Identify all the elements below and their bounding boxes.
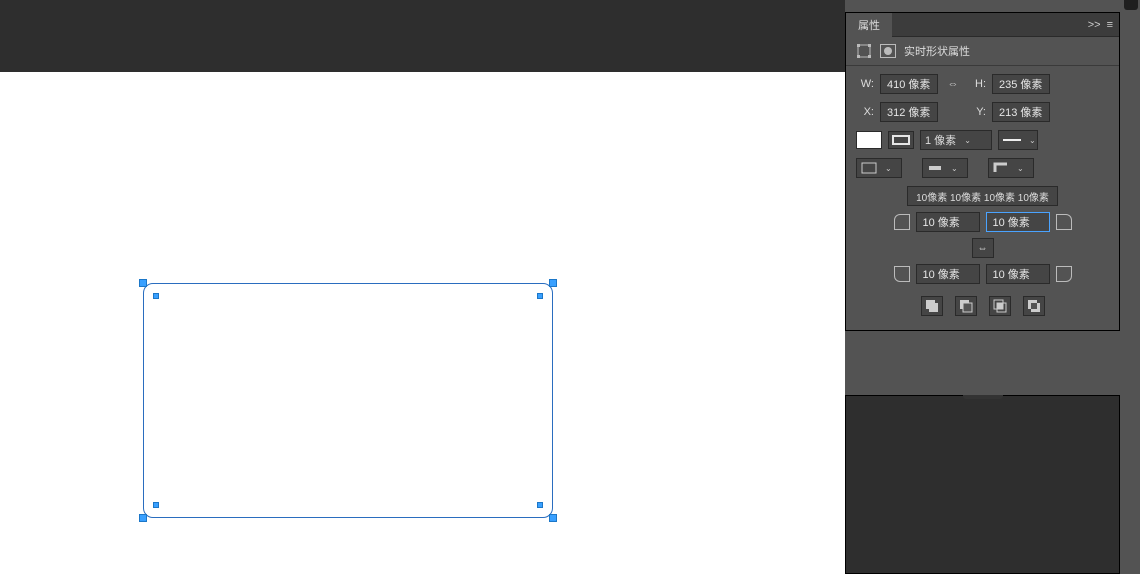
exclude-button[interactable] — [1023, 296, 1045, 316]
chevron-down-icon: ⌄ — [1029, 136, 1036, 145]
stroke-swatch[interactable] — [888, 131, 914, 149]
corner-radius-section: 10像素 10像素 10像素 10像素 10 像素 10 像素 ⇔ 10 像素 … — [856, 186, 1109, 284]
chevron-down-icon: ⌄ — [964, 136, 971, 145]
panel-tabs: 属性 >> ≡ — [846, 13, 1119, 37]
panel-drag-handle[interactable] — [963, 395, 1003, 399]
collapse-panel-icon[interactable]: >> — [1088, 19, 1101, 31]
link-wh-icon[interactable]: ⇔ — [944, 78, 962, 90]
x-label: X: — [856, 106, 874, 118]
selected-rectangle[interactable] — [143, 283, 553, 518]
corner-bl-field[interactable]: 10 像素 — [916, 264, 980, 284]
y-label: Y: — [968, 106, 986, 118]
cap-style-dropdown[interactable]: ⌄ — [922, 158, 968, 178]
corner-br-icon — [1056, 266, 1072, 282]
corner-tl-icon — [894, 214, 910, 230]
size-row: W: 410 像素 ⇔ H: 235 像素 — [856, 74, 1109, 94]
mask-icon — [880, 44, 896, 58]
align-row: ⌄ ⌄ ⌄ — [856, 158, 1109, 178]
unite-button[interactable] — [921, 296, 943, 316]
handle-bl[interactable] — [139, 514, 147, 522]
intersect-button[interactable] — [989, 296, 1011, 316]
panel-menu-icon[interactable]: ≡ — [1107, 19, 1113, 31]
app-topbar — [0, 0, 845, 72]
rail-notch-icon — [1124, 0, 1138, 10]
stroke-weight-dropdown[interactable]: 1 像素 ⌄ — [920, 130, 992, 150]
corner-br-field[interactable]: 10 像素 — [986, 264, 1050, 284]
handle-tl[interactable] — [139, 279, 147, 287]
corner-tr-icon — [1056, 214, 1072, 230]
stroke-align-dropdown[interactable]: ⌄ — [856, 158, 902, 178]
position-row: X: 312 像素 Y: 213 像素 — [856, 102, 1109, 122]
properties-panel: 属性 >> ≡ 实时形状属性 W: 410 像素 ⇔ H: 235 像素 X: … — [845, 12, 1120, 331]
chevron-down-icon: ⌄ — [1017, 164, 1024, 173]
secondary-panel — [845, 395, 1120, 574]
bounding-box-icon — [856, 43, 872, 59]
fill-swatch[interactable] — [856, 131, 882, 149]
width-label: W: — [856, 78, 874, 90]
handle-br-inner[interactable] — [537, 502, 543, 508]
stroke-style-dropdown[interactable]: ⌄ — [998, 130, 1038, 150]
handle-br[interactable] — [549, 514, 557, 522]
chevron-down-icon: ⌄ — [951, 164, 958, 173]
height-field[interactable]: 235 像素 — [992, 74, 1050, 94]
pathfinder-row — [856, 296, 1109, 316]
handle-tr-inner[interactable] — [537, 293, 543, 299]
x-field[interactable]: 312 像素 — [880, 102, 938, 122]
fill-stroke-row: 1 像素 ⌄ ⌄ — [856, 130, 1109, 150]
handle-tl-inner[interactable] — [153, 293, 159, 299]
panel-subheader: 实时形状属性 — [846, 37, 1119, 66]
chevron-down-icon: ⌄ — [885, 164, 892, 173]
corner-tr-field[interactable]: 10 像素 — [986, 212, 1050, 232]
subtract-button[interactable] — [955, 296, 977, 316]
corner-summary: 10像素 10像素 10像素 10像素 — [907, 186, 1058, 206]
stroke-weight-value: 1 像素 — [925, 132, 956, 148]
y-field[interactable]: 213 像素 — [992, 102, 1050, 122]
handle-tr[interactable] — [549, 279, 557, 287]
handle-bl-inner[interactable] — [153, 502, 159, 508]
height-label: H: — [968, 78, 986, 90]
join-style-dropdown[interactable]: ⌄ — [988, 158, 1034, 178]
link-corners-button[interactable]: ⇔ — [972, 238, 994, 258]
right-rail — [1120, 0, 1140, 574]
corner-tl-field[interactable]: 10 像素 — [916, 212, 980, 232]
corner-bl-icon — [894, 266, 910, 282]
canvas[interactable] — [0, 72, 845, 574]
panel-subtitle: 实时形状属性 — [904, 43, 970, 59]
width-field[interactable]: 410 像素 — [880, 74, 938, 94]
tab-properties[interactable]: 属性 — [846, 13, 892, 37]
